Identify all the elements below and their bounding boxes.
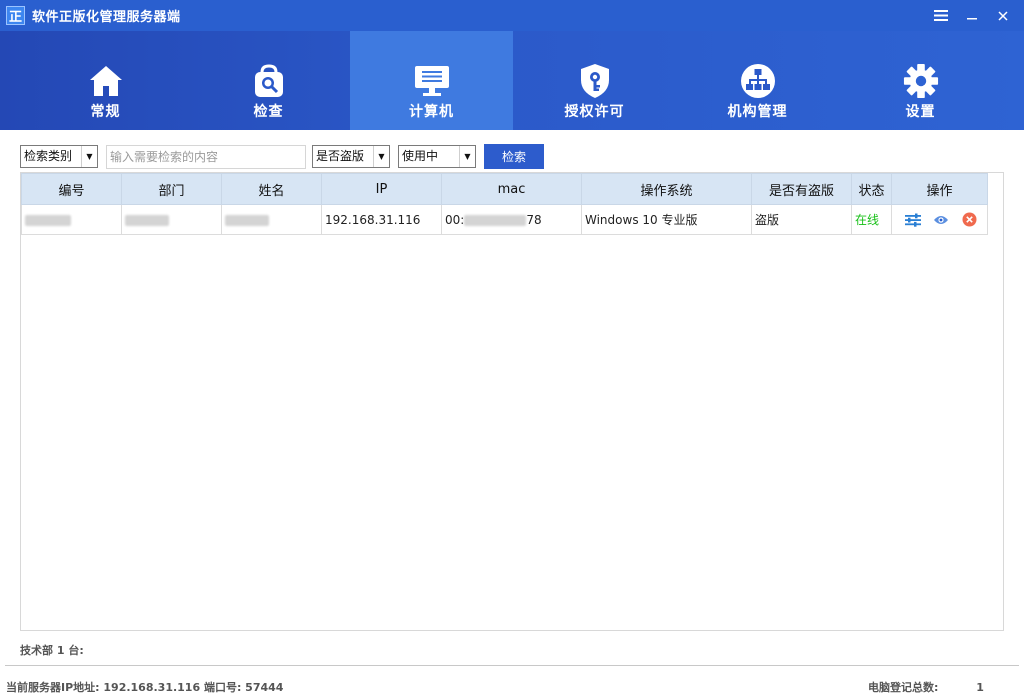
- mac-suffix: 78: [526, 212, 542, 227]
- chevron-down-icon: ▼: [81, 146, 97, 167]
- cell-id: [21, 204, 122, 235]
- redacted-text: [25, 214, 71, 226]
- title-bar: 正 软件正版化管理服务器端: [0, 0, 1024, 31]
- usage-filter-select[interactable]: 使用中 ▼: [398, 145, 476, 168]
- footer-divider: [5, 665, 1019, 666]
- menu-button[interactable]: [925, 0, 956, 31]
- adjust-button[interactable]: [904, 211, 922, 229]
- col-id[interactable]: 编号: [21, 173, 122, 205]
- cell-department: [121, 204, 222, 235]
- gear-icon: [903, 63, 939, 99]
- search-button[interactable]: 检索: [484, 144, 544, 169]
- sliders-icon: [905, 213, 921, 227]
- close-icon: [997, 10, 1008, 21]
- eye-icon: [934, 215, 948, 224]
- nav-label-computer: 计算机: [409, 104, 454, 120]
- redacted-text: [464, 214, 527, 226]
- category-select-value: 检索类别: [24, 149, 73, 163]
- department-count: 技术部 1 台:: [20, 644, 84, 657]
- cell-actions: [891, 204, 988, 235]
- monitor-icon: [414, 63, 450, 99]
- search-input[interactable]: 输入需要检索的内容: [106, 145, 306, 169]
- col-mac[interactable]: mac: [441, 173, 582, 205]
- nav-label-general: 常规: [90, 104, 121, 120]
- usage-filter-value: 使用中: [402, 149, 439, 163]
- table-row[interactable]: 192.168.31.116 00: 78 Windows 10 专业版 盗版 在…: [21, 204, 988, 235]
- nav-label-settings: 设置: [905, 104, 936, 120]
- search-bag-icon: [251, 63, 287, 99]
- nav-label-check: 检查: [253, 104, 284, 120]
- server-info: 当前服务器IP地址: 192.168.31.116 端口号: 57444: [6, 681, 284, 694]
- delete-button[interactable]: [960, 211, 978, 229]
- nav-label-license: 授权许可: [564, 104, 625, 120]
- cell-status: 在线: [851, 204, 892, 235]
- pirated-filter-value: 是否盗版: [316, 149, 365, 163]
- main-nav: 常规 检查 计算机 授权许可 机构管理 设置: [0, 31, 1024, 130]
- nav-item-computer[interactable]: 计算机: [350, 31, 513, 130]
- nav-item-settings[interactable]: 设置: [839, 31, 1002, 130]
- org-chart-icon: [740, 63, 776, 99]
- computer-table: 编号 部门 姓名 IP mac 操作系统 是否有盗版 状态 操作 192.168…: [20, 172, 1004, 631]
- home-icon: [88, 63, 124, 99]
- hamburger-icon: [933, 10, 948, 21]
- chevron-down-icon: ▼: [373, 146, 389, 167]
- col-name[interactable]: 姓名: [221, 173, 322, 205]
- total-computers: 电脑登记总数: 1: [868, 679, 984, 695]
- redacted-text: [225, 214, 269, 226]
- redacted-text: [125, 214, 169, 226]
- mac-prefix: 00:: [445, 212, 465, 227]
- view-button[interactable]: [932, 211, 950, 229]
- col-pirated[interactable]: 是否有盗版: [751, 173, 852, 205]
- search-bar: 检索类别 ▼ 输入需要检索的内容 是否盗版 ▼ 使用中 ▼ 检索: [20, 144, 1020, 169]
- nav-item-check[interactable]: 检查: [187, 31, 350, 130]
- nav-item-license[interactable]: 授权许可: [513, 31, 676, 130]
- delete-icon: [962, 212, 976, 227]
- cell-os: Windows 10 专业版: [581, 204, 752, 235]
- cell-mac: 00: 78: [441, 204, 582, 235]
- chevron-down-icon: ▼: [459, 146, 475, 167]
- total-value: 1: [976, 681, 984, 694]
- col-status[interactable]: 状态: [851, 173, 892, 205]
- window-title: 软件正版化管理服务器端: [32, 10, 181, 25]
- cell-name: [221, 204, 322, 235]
- col-ip[interactable]: IP: [321, 173, 442, 205]
- nav-label-org: 机构管理: [727, 104, 788, 120]
- col-os[interactable]: 操作系统: [581, 173, 752, 205]
- window-controls: [925, 0, 1018, 31]
- total-label: 电脑登记总数:: [868, 681, 939, 694]
- cell-pirated: 盗版: [751, 204, 852, 235]
- col-department[interactable]: 部门: [121, 173, 222, 205]
- key-shield-icon: [577, 63, 613, 99]
- cell-ip: 192.168.31.116: [321, 204, 442, 235]
- app-logo-icon: 正: [6, 6, 25, 25]
- pirated-filter-select[interactable]: 是否盗版 ▼: [312, 145, 390, 168]
- category-select[interactable]: 检索类别 ▼: [20, 145, 98, 168]
- minimize-icon: [966, 17, 977, 19]
- table-header: 编号 部门 姓名 IP mac 操作系统 是否有盗版 状态 操作: [21, 173, 988, 205]
- nav-item-general[interactable]: 常规: [24, 31, 187, 130]
- minimize-button[interactable]: [956, 0, 987, 31]
- nav-item-org[interactable]: 机构管理: [676, 31, 839, 130]
- close-button[interactable]: [987, 0, 1018, 31]
- col-actions: 操作: [891, 173, 988, 205]
